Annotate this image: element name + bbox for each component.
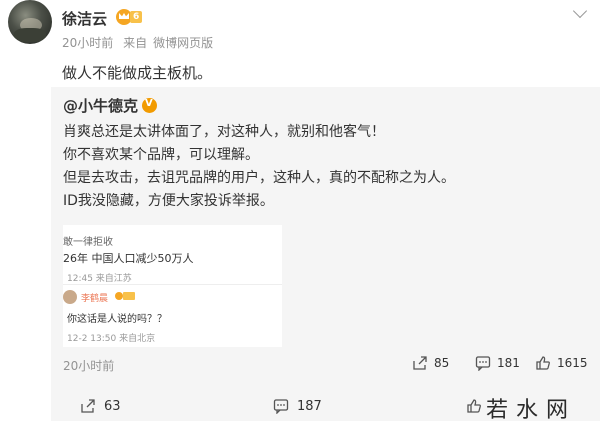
image-reply-meta: 12-2 13:50 来自北京 (67, 334, 156, 344)
site-watermark: 若水网 (486, 398, 577, 421)
image-text-line2: 26年 中国人口减少50万人 (63, 252, 194, 265)
vip-badge: 6 (116, 9, 150, 25)
repost-like-count: 1615 (557, 356, 588, 370)
image-level-badge (123, 292, 135, 300)
source-prefix: 来自 (123, 36, 148, 50)
repost-comment-count: 181 (497, 356, 520, 370)
post-time[interactable]: 20小时前 (62, 36, 113, 50)
author-avatar[interactable] (8, 0, 52, 44)
vip-level: 6 (130, 11, 143, 23)
image-commenter-name: 李鹤晨 (81, 294, 109, 304)
comment-icon (475, 356, 491, 371)
share-count: 63 (104, 398, 121, 414)
image-divider (63, 284, 282, 285)
like-icon (467, 399, 481, 413)
repost-like-button[interactable]: 1615 (535, 355, 588, 371)
chevron-down-icon[interactable] (572, 3, 588, 19)
share-icon (81, 399, 95, 413)
repost-author[interactable]: @小牛德克 (63, 95, 158, 116)
comment-button[interactable]: 187 (273, 398, 322, 414)
verified-icon (142, 98, 158, 113)
repost-time[interactable]: 20小时前 (63, 357, 114, 374)
repost-line: 但是去攻击，去诅咒品牌的用户，这种人，真的不配称之为人。 (63, 170, 455, 186)
image-text-line1: 敢一律拒收 (63, 237, 113, 248)
author-name[interactable]: 徐洁云 (62, 8, 107, 29)
image-reply-text: 你这话是人说的吗？？ (67, 314, 167, 325)
repost-line: 肖爽总还是太讲体面了，对这种人，就别和他客气！ (63, 124, 385, 140)
post-meta: 20小时前 来自 微博网页版 (62, 34, 219, 51)
share-button[interactable]: 63 (80, 398, 121, 414)
post-source: 微博网页版 (153, 36, 214, 50)
image-crown-icon (115, 292, 123, 300)
image-commenter-avatar (63, 290, 77, 304)
repost-comment-button[interactable]: 181 (475, 355, 520, 371)
repost-card[interactable]: @小牛德克 肖爽总还是太讲体面了，对这种人，就别和他客气！ 你不喜欢某个品牌，可… (51, 87, 600, 421)
repost-author-name[interactable]: @小牛德克 (63, 95, 138, 116)
repost-share-button[interactable]: 85 (412, 355, 449, 371)
repost-share-count: 85 (434, 356, 450, 370)
repost-line: ID我没隐藏，方便大家投诉举报。 (63, 193, 274, 209)
repost-image[interactable]: 敢一律拒收 26年 中国人口减少50万人 12:45 来自江苏 李鹤晨 你这话是… (63, 225, 282, 347)
repost-text: 肖爽总还是太讲体面了，对这种人，就别和他客气！ 你不喜欢某个品牌，可以理解。 但… (63, 121, 455, 213)
comment-icon (273, 399, 289, 414)
like-icon (536, 356, 550, 370)
image-text-line3: 12:45 来自江苏 (67, 274, 132, 284)
repost-line: 你不喜欢某个品牌，可以理解。 (63, 147, 259, 163)
share-icon (413, 356, 427, 370)
post-text: 做人不能做成主板机。 (62, 64, 213, 82)
comment-count: 187 (297, 398, 322, 414)
